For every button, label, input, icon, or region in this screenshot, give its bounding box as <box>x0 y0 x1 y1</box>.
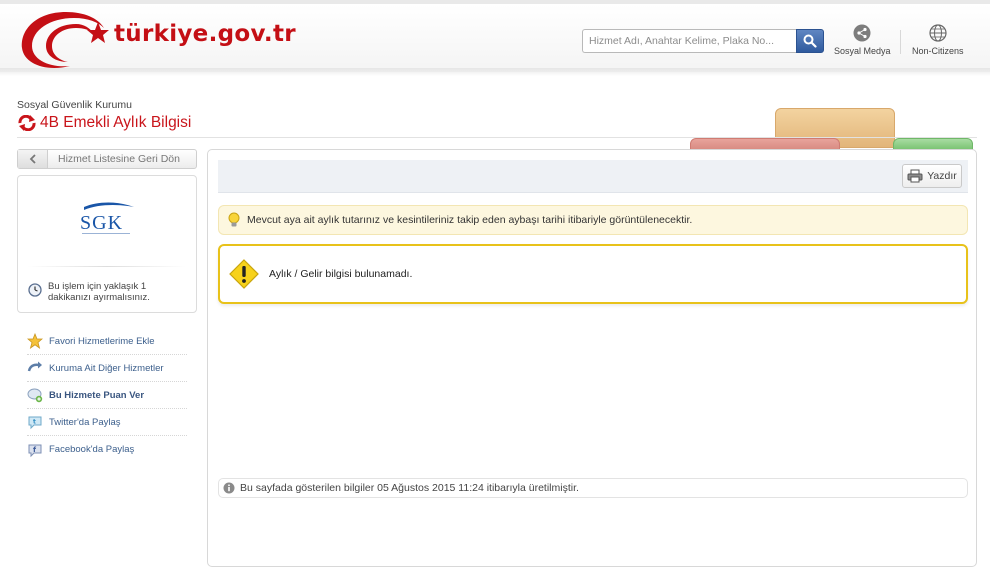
page-title: 4B Emekli Aylık Bilgisi <box>17 114 191 132</box>
non-citizens-button[interactable]: Non-Citizens <box>912 24 964 56</box>
panel-toolbar: Yazdır <box>218 160 968 193</box>
back-to-services-button[interactable]: Hizmet Listesine Geri Dön <box>17 149 197 169</box>
no-data-alert: Aylık / Gelir bilgisi bulunamadı. <box>218 244 968 304</box>
clock-icon <box>28 283 42 297</box>
service-title-text: 4B Emekli Aylık Bilgisi <box>40 114 192 131</box>
twitter-icon: t <box>28 416 42 430</box>
action-label: Twitter'da Paylaş <box>49 416 121 428</box>
share-facebook-link[interactable]: f Facebook'da Paylaş <box>27 436 187 463</box>
share-icon <box>853 24 871 42</box>
duration-text: Bu işlem için yaklaşık 1 dakikanızı ayır… <box>48 281 150 303</box>
lightbulb-icon <box>228 212 240 227</box>
info-note: Mevcut aya ait aylık tutarınız ve kesint… <box>218 205 968 235</box>
duration-info: Bu işlem için yaklaşık 1 dakikanızı ayır… <box>28 281 188 303</box>
back-label: Hizmet Listesine Geri Dön <box>58 153 180 165</box>
service-info-box: SGK Bu işlem için yaklaşık 1 dakikanızı … <box>17 175 197 313</box>
star-icon <box>27 333 43 349</box>
action-label: Facebook'da Paylaş <box>49 444 135 455</box>
rate-service-link[interactable]: Bu Hizmete Puan Ver <box>27 382 187 409</box>
refresh-icon <box>18 115 36 131</box>
main-panel: Yazdır Mevcut aya ait aylık tutarınız ve… <box>207 149 977 567</box>
add-favorite-link[interactable]: Favori Hizmetlerime Ekle <box>27 328 187 355</box>
other-services-link[interactable]: Kuruma Ait Diğer Hizmetler <box>27 355 187 382</box>
title-divider <box>17 137 977 138</box>
social-media-button[interactable]: Sosyal Medya <box>834 24 891 56</box>
alert-message: Aylık / Gelir bilgisi bulunamadı. <box>269 268 413 280</box>
action-label: Kuruma Ait Diğer Hizmetler <box>49 362 164 374</box>
logo-text: türkiye.gov.tr <box>114 21 296 47</box>
share-twitter-link[interactable]: t Twitter'da Paylaş <box>27 409 187 436</box>
facebook-icon: f <box>28 444 42 457</box>
action-label: Favori Hizmetlerime Ekle <box>49 335 155 347</box>
site-header: türkiye.gov.tr Sosyal Medya Non-Citizens <box>0 0 990 72</box>
warning-icon <box>229 259 259 289</box>
svg-text:SGK: SGK <box>80 212 123 234</box>
organization-name: Sosyal Güvenlik Kurumu <box>17 99 132 111</box>
globe-icon <box>929 24 947 42</box>
sgk-logo: SGK <box>80 202 134 234</box>
service-actions: Favori Hizmetlerime Ekle Kuruma Ait Diğe… <box>27 328 187 463</box>
rating-icon <box>27 388 43 403</box>
print-label: Yazdır <box>927 170 957 182</box>
social-media-label: Sosyal Medya <box>834 46 891 56</box>
header-shadow <box>0 68 990 76</box>
printer-icon <box>907 169 923 183</box>
search-box <box>582 29 824 53</box>
search-icon <box>803 34 817 48</box>
chevron-left-icon <box>18 150 48 168</box>
header-divider <box>900 30 901 54</box>
generated-info: Bu sayfada gösterilen bilgiler 05 Ağusto… <box>218 478 968 498</box>
search-button[interactable] <box>796 29 824 53</box>
action-label: Bu Hizmete Puan Ver <box>49 389 145 401</box>
info-note-text: Mevcut aya ait aylık tutarınız ve kesint… <box>247 214 693 226</box>
search-input[interactable] <box>582 29 796 53</box>
generated-info-text: Bu sayfada gösterilen bilgiler 05 Ağusto… <box>240 482 579 494</box>
print-button[interactable]: Yazdır <box>902 164 962 188</box>
arrow-icon <box>27 361 42 372</box>
info-divider <box>28 266 186 267</box>
svg-text:t: t <box>33 419 36 426</box>
info-icon <box>223 482 235 494</box>
non-citizens-label: Non-Citizens <box>912 46 964 56</box>
